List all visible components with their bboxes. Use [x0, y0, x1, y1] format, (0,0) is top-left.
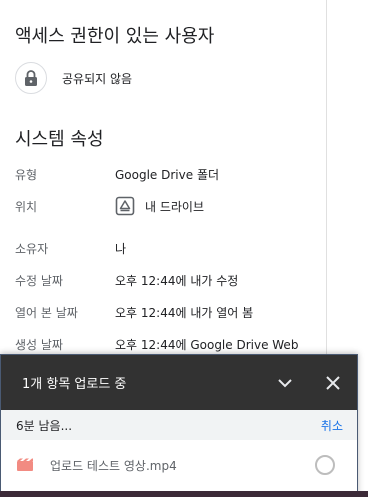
- location-text: 내 드라이브: [145, 199, 205, 214]
- desktop-background-strip: [0, 491, 368, 497]
- property-label: 수정 날짜: [15, 273, 63, 288]
- property-value: 오후 12:44에 내가 수정: [115, 273, 239, 288]
- property-label: 위치: [15, 199, 38, 214]
- property-row-modified: 수정 날짜 오후 12:44에 내가 수정: [15, 270, 320, 290]
- property-value: 나: [115, 241, 127, 256]
- property-value: 오후 12:44에 내가 열어 봄: [115, 305, 254, 320]
- chevron-down-icon: [278, 378, 292, 387]
- cancel-upload-button[interactable]: 취소: [321, 417, 343, 434]
- property-value: Google Drive 폴더: [115, 167, 220, 182]
- property-label: 유형: [15, 167, 38, 182]
- sharing-status: 공유되지 않음: [62, 71, 133, 86]
- upload-progress-panel: 1개 항목 업로드 중 6분 남음... 취소 업로드 테스트 영상.mp4: [0, 354, 358, 497]
- close-button[interactable]: [309, 355, 357, 410]
- upload-file-name: 업로드 테스트 영상.mp4: [50, 458, 177, 473]
- close-icon: [326, 375, 340, 390]
- lock-icon: [15, 62, 47, 94]
- upload-progress-indicator: [315, 455, 335, 475]
- property-row-opened: 열어 본 날짜 오후 12:44에 내가 열어 봄: [15, 302, 320, 322]
- property-row-owner: 소유자 나: [15, 238, 320, 258]
- video-file-icon: [16, 458, 34, 472]
- time-remaining: 6분 남음...: [16, 418, 73, 433]
- minimize-button[interactable]: [261, 355, 309, 410]
- upload-header: 1개 항목 업로드 중: [1, 355, 357, 410]
- upload-title: 1개 항목 업로드 중: [22, 377, 127, 392]
- property-row-type: 유형 Google Drive 폴더: [15, 164, 320, 184]
- property-row-location: 위치 내 드라이브: [15, 196, 320, 216]
- upload-file-row[interactable]: 업로드 테스트 영상.mp4: [1, 440, 357, 490]
- property-label: 열어 본 날짜: [15, 305, 78, 320]
- location-value[interactable]: 내 드라이브: [115, 196, 204, 216]
- property-label: 소유자: [15, 241, 49, 256]
- property-row-created: 생성 날짜 오후 12:44에 Google Drive Web: [15, 334, 320, 354]
- property-label: 생성 날짜: [15, 337, 63, 352]
- my-drive-icon: [115, 196, 135, 216]
- property-value: 오후 12:44에 Google Drive Web: [115, 337, 299, 352]
- access-section-title: 액세스 권한이 있는 사용자: [15, 26, 215, 47]
- access-row[interactable]: 공유되지 않음: [15, 62, 132, 94]
- upload-status-bar: 6분 남음... 취소: [1, 410, 357, 440]
- properties-section-title: 시스템 속성: [15, 129, 104, 150]
